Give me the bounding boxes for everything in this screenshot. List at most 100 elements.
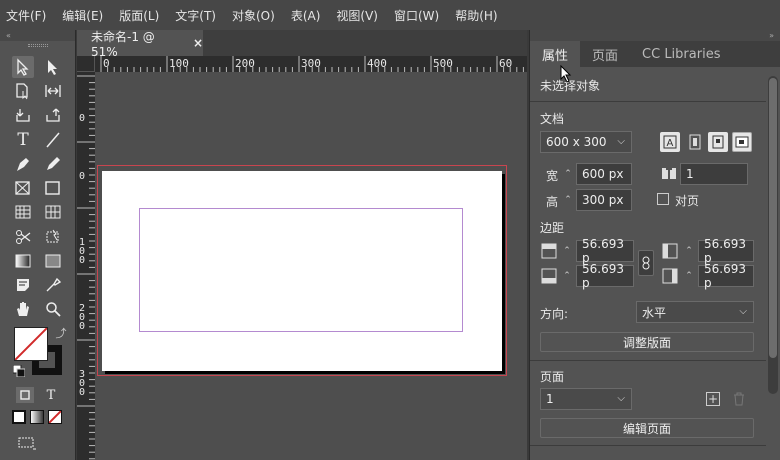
panel-collapse-button[interactable]: »: [530, 30, 780, 41]
tab-properties[interactable]: 属性: [530, 41, 581, 67]
document-page[interactable]: [102, 171, 502, 371]
right-margin-field[interactable]: 56.693 p: [698, 262, 754, 290]
pages-count-field[interactable]: 1: [680, 163, 748, 185]
page-section-title: 页面: [540, 370, 565, 384]
portrait-orientation-icon[interactable]: [708, 132, 728, 152]
bottom-margin-stepper-icon[interactable]: ⌃: [560, 265, 574, 287]
fill-swatch-front[interactable]: [14, 327, 48, 361]
page-tool-icon[interactable]: [12, 80, 34, 102]
tools-collapse-button[interactable]: «: [0, 30, 75, 41]
rectangle-tool-icon[interactable]: [42, 177, 64, 199]
top-margin-stepper-icon[interactable]: ⌃: [560, 240, 574, 262]
selection-tool-icon[interactable]: [12, 56, 34, 78]
gap-tool-icon[interactable]: [42, 80, 64, 102]
page-select-dropdown[interactable]: 1 ⌵: [540, 388, 632, 410]
orientation-dropdown[interactable]: 水平 ⌵: [636, 301, 754, 323]
primary-text-frame-icon[interactable]: A: [660, 132, 680, 152]
chevron-down-icon: ⌵: [617, 136, 625, 147]
type-tool-glyph: T: [17, 130, 29, 150]
scissors-tool-icon[interactable]: [12, 226, 34, 248]
delete-page-icon[interactable]: [732, 391, 746, 407]
page-select-value: 1: [546, 392, 554, 406]
pencil-tool-icon[interactable]: [42, 153, 64, 175]
menu-file[interactable]: 文件(F): [6, 7, 46, 24]
default-colors-icon[interactable]: [13, 365, 25, 377]
close-tab-icon[interactable]: ×: [193, 36, 203, 50]
tools-panel: « T ⤴ T: [0, 30, 76, 460]
document-tab[interactable]: 未命名-1 @ 51% ×: [77, 30, 203, 59]
top-margin-icon: [540, 241, 558, 261]
add-page-icon[interactable]: +: [706, 392, 720, 406]
properties-panel: » 属性 页面 CC Libraries 未选择对象 文档 600 x 300 …: [529, 30, 780, 460]
line-tool-icon[interactable]: [42, 129, 64, 151]
menu-edit[interactable]: 编辑(E): [62, 7, 103, 24]
menu-help[interactable]: 帮助(H): [455, 7, 497, 24]
link-margins-icon[interactable]: [638, 250, 654, 276]
menu-layout[interactable]: 版面(L): [119, 7, 159, 24]
tools-grip[interactable]: [28, 44, 48, 47]
adjust-layout-button[interactable]: 调整版面: [540, 332, 754, 352]
menu-type[interactable]: 文字(T): [175, 7, 216, 24]
panel-scrollbar-thumb[interactable]: [769, 78, 777, 358]
left-margin-stepper-icon[interactable]: ⌃: [682, 240, 696, 262]
bottom-margin-field[interactable]: 56.693 p: [576, 262, 634, 290]
facing-pages-checkbox[interactable]: [657, 193, 669, 205]
menu-view[interactable]: 视图(V): [336, 7, 378, 24]
menu-object[interactable]: 对象(O): [232, 7, 275, 24]
edit-page-button[interactable]: 编辑页面: [540, 418, 754, 438]
vruler-label: 3 0 0: [79, 369, 86, 398]
eyedropper-tool-icon[interactable]: [42, 274, 64, 296]
ruler-origin[interactable]: [77, 56, 95, 72]
menu-table[interactable]: 表(A): [291, 7, 321, 24]
pen-tool-icon[interactable]: [12, 153, 34, 175]
apply-gradient-icon[interactable]: [30, 410, 44, 424]
orientation-label: 方向:: [540, 307, 569, 321]
formatting-text-icon[interactable]: T: [42, 387, 60, 403]
top-margin-field[interactable]: 56.693 p: [576, 237, 634, 265]
free-transform-tool-icon[interactable]: [42, 226, 64, 248]
content-placer-icon[interactable]: [42, 104, 64, 126]
width-field[interactable]: 600 px: [576, 163, 632, 185]
gradient-feather-tool-icon[interactable]: [42, 250, 64, 272]
hruler-label: 500: [433, 57, 453, 70]
tab-cc-libraries[interactable]: CC Libraries: [630, 41, 732, 67]
type-tool-icon[interactable]: T: [12, 129, 34, 151]
pasteboard[interactable]: [95, 72, 527, 460]
vertical-ruler[interactable]: 0 0 1 0 0 2 0 0 3 0 0: [77, 72, 95, 460]
mouse-cursor-icon: [560, 65, 574, 83]
bottom-margin-icon: [540, 266, 558, 286]
right-margin-icon: [661, 266, 679, 286]
gradient-swatch-tool-icon[interactable]: [12, 250, 34, 272]
hruler-label: 100: [169, 57, 189, 70]
swap-colors-icon[interactable]: ⤴: [54, 326, 68, 340]
height-field[interactable]: 300 px: [576, 189, 632, 211]
vruler-label: 0: [79, 113, 86, 124]
direct-selection-tool-icon[interactable]: [42, 56, 64, 78]
apply-none-icon[interactable]: [48, 410, 62, 424]
tab-pages[interactable]: 页面: [580, 41, 630, 67]
horizontal-ruler[interactable]: 0 100 200 300 400 500 60: [95, 56, 527, 72]
left-margin-field[interactable]: 56.693 p: [698, 237, 754, 265]
right-margin-stepper-icon[interactable]: ⌃: [682, 265, 696, 287]
page-size-dropdown[interactable]: 600 x 300 ⌵: [540, 131, 632, 153]
rectangle-frame-tool-icon[interactable]: [12, 177, 34, 199]
vertical-grid-tool-icon[interactable]: [42, 201, 64, 223]
panel-scrollbar[interactable]: [768, 76, 778, 394]
zoom-tool-icon[interactable]: [42, 298, 64, 320]
hand-tool-icon[interactable]: [12, 298, 34, 320]
height-stepper-icon[interactable]: ⌃: [561, 189, 575, 211]
formatting-container-icon[interactable]: [16, 387, 34, 403]
apply-color-icon[interactable]: [12, 410, 26, 424]
note-tool-icon[interactable]: [12, 274, 34, 296]
landscape-orientation-icon[interactable]: [732, 132, 752, 152]
vruler-label: 1 0 0: [79, 237, 86, 266]
width-stepper-icon[interactable]: ⌃: [561, 163, 575, 185]
screen-mode-icon[interactable]: [16, 435, 38, 451]
page-size-value: 600 x 300: [546, 135, 607, 149]
vruler-label: 2 0 0: [79, 303, 86, 332]
single-page-icon[interactable]: [685, 132, 705, 152]
vruler-label: 0: [79, 171, 86, 182]
horizontal-grid-tool-icon[interactable]: [12, 201, 34, 223]
content-collector-icon[interactable]: [12, 104, 34, 126]
menu-window[interactable]: 窗口(W): [394, 7, 439, 24]
